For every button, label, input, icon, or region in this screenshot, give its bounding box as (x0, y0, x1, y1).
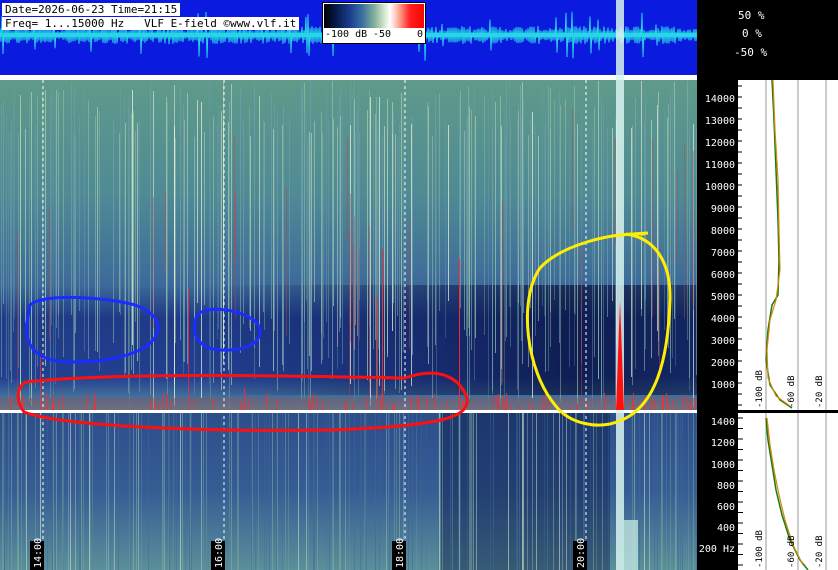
spectrogram-canvas: 50 % 0 % -50 % 14000 13000 12000 11000 1… (0, 0, 838, 570)
panel-separator-2 (0, 410, 697, 413)
waveform-label-0: 0 % (742, 27, 762, 40)
interference-column (616, 0, 624, 570)
panel-separator (0, 75, 697, 80)
yellow-annotation-tail (619, 231, 649, 237)
date-line: Date=2026-06-23 Time=21:15 (2, 3, 181, 16)
freq-label: 400 (717, 523, 735, 534)
freq-label: 1000 (711, 380, 735, 391)
db-label: -60 dB (787, 535, 797, 568)
time-label-1800: 18:00 (395, 538, 406, 568)
freq-label: 600 (717, 502, 735, 513)
header-info: Date=2026-06-23 Time=21:15 Freq= 1...150… (0, 0, 318, 34)
time-label-2000: 20:00 (576, 538, 587, 568)
time-label-1600: 16:00 (214, 538, 225, 568)
color-scale-label-min: -100 dB (325, 29, 368, 40)
color-scale-label-max: 0 (417, 29, 424, 40)
waveform-label-50: 50 % (738, 9, 765, 22)
freq-label: 9000 (711, 204, 735, 215)
freq-label: 1200 (711, 438, 735, 449)
vlf-spectrogram-screen: 50 % 0 % -50 % 14000 13000 12000 11000 1… (0, 0, 838, 570)
waveform-label-minus50: -50 % (734, 46, 767, 59)
db-label: -20 dB (815, 535, 825, 568)
db-label: -60 dB (787, 375, 797, 408)
freq-label: 12000 (705, 138, 735, 149)
freq-label: 2000 (711, 358, 735, 369)
freq-label: 3000 (711, 336, 735, 347)
upper-spectrum-plot (738, 80, 838, 410)
db-label: -20 dB (815, 375, 825, 408)
interference-glow (624, 520, 638, 570)
low-freq-band (0, 398, 697, 410)
freq-label: 1400 (711, 417, 735, 428)
freq-label: 5000 (711, 292, 735, 303)
freq-label: 800 (717, 481, 735, 492)
db-label: -100 dB (755, 370, 765, 408)
freq-label: 200 Hz (699, 544, 735, 555)
db-label: -100 dB (755, 530, 765, 568)
freq-label: 14000 (705, 94, 735, 105)
color-scale-label-mid: -50 (373, 29, 392, 40)
time-label-1400: 14:00 (33, 538, 44, 568)
freq-label: 4000 (711, 314, 735, 325)
freq-label: 1000 (711, 460, 735, 471)
color-scale: -100 dB -50 0 (322, 2, 426, 44)
freq-label: 8000 (711, 226, 735, 237)
freq-label: 7000 (711, 248, 735, 259)
freq-label: 6000 (711, 270, 735, 281)
freq-label: 11000 (705, 160, 735, 171)
color-scale-gradient (324, 4, 424, 28)
freq-label: 10000 (705, 182, 735, 193)
freq-line: Freq= 1...15000 Hz VLF E-field ©www.vlf.… (2, 17, 300, 30)
freq-label: 13000 (705, 116, 735, 127)
